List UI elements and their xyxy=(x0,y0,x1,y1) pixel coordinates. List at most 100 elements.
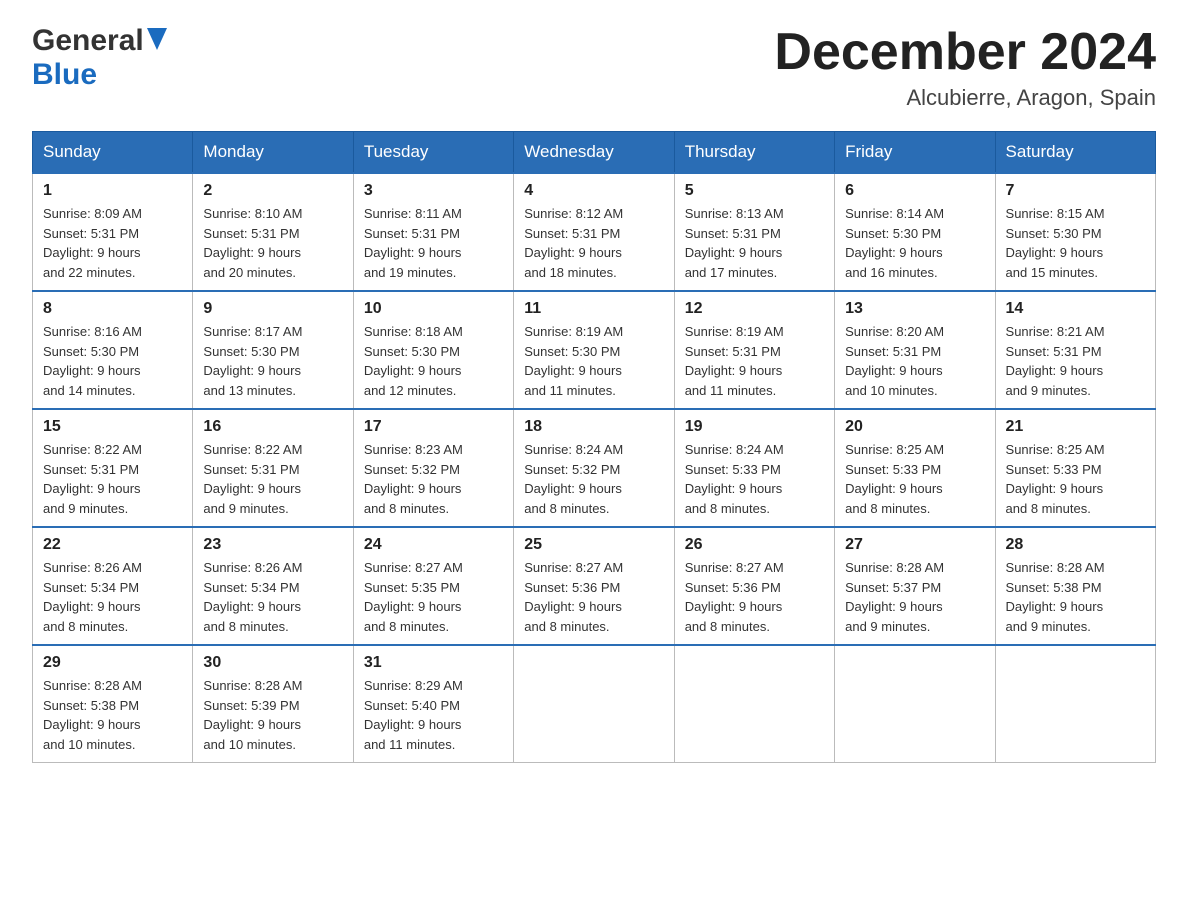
day-number: 15 xyxy=(43,418,182,436)
logo-triangle-icon xyxy=(147,28,167,55)
day-number: 13 xyxy=(845,300,984,318)
calendar-week-row: 29 Sunrise: 8:28 AMSunset: 5:38 PMDaylig… xyxy=(33,645,1156,763)
day-number: 12 xyxy=(685,300,824,318)
day-number: 5 xyxy=(685,182,824,200)
table-row: 10 Sunrise: 8:18 AMSunset: 5:30 PMDaylig… xyxy=(353,291,513,409)
table-row: 6 Sunrise: 8:14 AMSunset: 5:30 PMDayligh… xyxy=(835,173,995,291)
table-row xyxy=(995,645,1155,763)
day-info: Sunrise: 8:20 AMSunset: 5:31 PMDaylight:… xyxy=(845,322,984,400)
day-info: Sunrise: 8:27 AMSunset: 5:36 PMDaylight:… xyxy=(524,558,663,636)
table-row: 18 Sunrise: 8:24 AMSunset: 5:32 PMDaylig… xyxy=(514,409,674,527)
day-number: 7 xyxy=(1006,182,1145,200)
table-row: 16 Sunrise: 8:22 AMSunset: 5:31 PMDaylig… xyxy=(193,409,353,527)
table-row xyxy=(674,645,834,763)
table-row xyxy=(514,645,674,763)
day-info: Sunrise: 8:24 AMSunset: 5:32 PMDaylight:… xyxy=(524,440,663,518)
day-number: 18 xyxy=(524,418,663,436)
day-info: Sunrise: 8:25 AMSunset: 5:33 PMDaylight:… xyxy=(845,440,984,518)
logo-general-text: General xyxy=(32,24,144,58)
calendar-week-row: 8 Sunrise: 8:16 AMSunset: 5:30 PMDayligh… xyxy=(33,291,1156,409)
table-row: 23 Sunrise: 8:26 AMSunset: 5:34 PMDaylig… xyxy=(193,527,353,645)
day-number: 20 xyxy=(845,418,984,436)
table-row: 20 Sunrise: 8:25 AMSunset: 5:33 PMDaylig… xyxy=(835,409,995,527)
day-number: 1 xyxy=(43,182,182,200)
day-number: 26 xyxy=(685,536,824,554)
day-info: Sunrise: 8:19 AMSunset: 5:31 PMDaylight:… xyxy=(685,322,824,400)
table-row: 11 Sunrise: 8:19 AMSunset: 5:30 PMDaylig… xyxy=(514,291,674,409)
day-number: 19 xyxy=(685,418,824,436)
table-row: 26 Sunrise: 8:27 AMSunset: 5:36 PMDaylig… xyxy=(674,527,834,645)
logo: General Blue xyxy=(32,24,167,92)
day-info: Sunrise: 8:12 AMSunset: 5:31 PMDaylight:… xyxy=(524,204,663,282)
table-row: 22 Sunrise: 8:26 AMSunset: 5:34 PMDaylig… xyxy=(33,527,193,645)
calendar-header-row: Sunday Monday Tuesday Wednesday Thursday… xyxy=(33,132,1156,174)
calendar-table: Sunday Monday Tuesday Wednesday Thursday… xyxy=(32,131,1156,763)
day-number: 4 xyxy=(524,182,663,200)
table-row: 28 Sunrise: 8:28 AMSunset: 5:38 PMDaylig… xyxy=(995,527,1155,645)
day-info: Sunrise: 8:16 AMSunset: 5:30 PMDaylight:… xyxy=(43,322,182,400)
table-row: 17 Sunrise: 8:23 AMSunset: 5:32 PMDaylig… xyxy=(353,409,513,527)
day-info: Sunrise: 8:28 AMSunset: 5:38 PMDaylight:… xyxy=(1006,558,1145,636)
table-row: 1 Sunrise: 8:09 AMSunset: 5:31 PMDayligh… xyxy=(33,173,193,291)
day-info: Sunrise: 8:15 AMSunset: 5:30 PMDaylight:… xyxy=(1006,204,1145,282)
col-monday: Monday xyxy=(193,132,353,174)
day-number: 24 xyxy=(364,536,503,554)
table-row: 9 Sunrise: 8:17 AMSunset: 5:30 PMDayligh… xyxy=(193,291,353,409)
day-number: 14 xyxy=(1006,300,1145,318)
day-info: Sunrise: 8:28 AMSunset: 5:39 PMDaylight:… xyxy=(203,676,342,754)
day-info: Sunrise: 8:28 AMSunset: 5:37 PMDaylight:… xyxy=(845,558,984,636)
table-row xyxy=(835,645,995,763)
day-number: 9 xyxy=(203,300,342,318)
table-row: 15 Sunrise: 8:22 AMSunset: 5:31 PMDaylig… xyxy=(33,409,193,527)
day-info: Sunrise: 8:09 AMSunset: 5:31 PMDaylight:… xyxy=(43,204,182,282)
day-info: Sunrise: 8:26 AMSunset: 5:34 PMDaylight:… xyxy=(203,558,342,636)
table-row: 13 Sunrise: 8:20 AMSunset: 5:31 PMDaylig… xyxy=(835,291,995,409)
day-number: 28 xyxy=(1006,536,1145,554)
table-row: 30 Sunrise: 8:28 AMSunset: 5:39 PMDaylig… xyxy=(193,645,353,763)
day-info: Sunrise: 8:13 AMSunset: 5:31 PMDaylight:… xyxy=(685,204,824,282)
table-row: 31 Sunrise: 8:29 AMSunset: 5:40 PMDaylig… xyxy=(353,645,513,763)
day-info: Sunrise: 8:23 AMSunset: 5:32 PMDaylight:… xyxy=(364,440,503,518)
day-info: Sunrise: 8:18 AMSunset: 5:30 PMDaylight:… xyxy=(364,322,503,400)
day-info: Sunrise: 8:11 AMSunset: 5:31 PMDaylight:… xyxy=(364,204,503,282)
day-number: 23 xyxy=(203,536,342,554)
day-number: 30 xyxy=(203,654,342,672)
day-number: 3 xyxy=(364,182,503,200)
calendar-week-row: 15 Sunrise: 8:22 AMSunset: 5:31 PMDaylig… xyxy=(33,409,1156,527)
day-number: 25 xyxy=(524,536,663,554)
day-info: Sunrise: 8:25 AMSunset: 5:33 PMDaylight:… xyxy=(1006,440,1145,518)
month-title: December 2024 xyxy=(774,24,1156,81)
table-row: 12 Sunrise: 8:19 AMSunset: 5:31 PMDaylig… xyxy=(674,291,834,409)
day-number: 22 xyxy=(43,536,182,554)
table-row: 3 Sunrise: 8:11 AMSunset: 5:31 PMDayligh… xyxy=(353,173,513,291)
table-row: 5 Sunrise: 8:13 AMSunset: 5:31 PMDayligh… xyxy=(674,173,834,291)
day-number: 8 xyxy=(43,300,182,318)
page-header: General Blue December 2024 Alcubierre, A… xyxy=(32,24,1156,111)
day-info: Sunrise: 8:17 AMSunset: 5:30 PMDaylight:… xyxy=(203,322,342,400)
table-row: 7 Sunrise: 8:15 AMSunset: 5:30 PMDayligh… xyxy=(995,173,1155,291)
day-number: 2 xyxy=(203,182,342,200)
table-row: 27 Sunrise: 8:28 AMSunset: 5:37 PMDaylig… xyxy=(835,527,995,645)
calendar-week-row: 22 Sunrise: 8:26 AMSunset: 5:34 PMDaylig… xyxy=(33,527,1156,645)
day-number: 6 xyxy=(845,182,984,200)
day-info: Sunrise: 8:26 AMSunset: 5:34 PMDaylight:… xyxy=(43,558,182,636)
day-info: Sunrise: 8:22 AMSunset: 5:31 PMDaylight:… xyxy=(203,440,342,518)
day-number: 21 xyxy=(1006,418,1145,436)
col-sunday: Sunday xyxy=(33,132,193,174)
day-info: Sunrise: 8:21 AMSunset: 5:31 PMDaylight:… xyxy=(1006,322,1145,400)
day-number: 27 xyxy=(845,536,984,554)
table-row: 14 Sunrise: 8:21 AMSunset: 5:31 PMDaylig… xyxy=(995,291,1155,409)
title-section: December 2024 Alcubierre, Aragon, Spain xyxy=(774,24,1156,111)
day-info: Sunrise: 8:10 AMSunset: 5:31 PMDaylight:… xyxy=(203,204,342,282)
day-info: Sunrise: 8:28 AMSunset: 5:38 PMDaylight:… xyxy=(43,676,182,754)
logo-blue-text: Blue xyxy=(32,58,97,91)
day-info: Sunrise: 8:29 AMSunset: 5:40 PMDaylight:… xyxy=(364,676,503,754)
day-info: Sunrise: 8:24 AMSunset: 5:33 PMDaylight:… xyxy=(685,440,824,518)
day-number: 16 xyxy=(203,418,342,436)
day-number: 11 xyxy=(524,300,663,318)
table-row: 24 Sunrise: 8:27 AMSunset: 5:35 PMDaylig… xyxy=(353,527,513,645)
table-row: 4 Sunrise: 8:12 AMSunset: 5:31 PMDayligh… xyxy=(514,173,674,291)
calendar-week-row: 1 Sunrise: 8:09 AMSunset: 5:31 PMDayligh… xyxy=(33,173,1156,291)
day-info: Sunrise: 8:22 AMSunset: 5:31 PMDaylight:… xyxy=(43,440,182,518)
location-title: Alcubierre, Aragon, Spain xyxy=(774,85,1156,111)
